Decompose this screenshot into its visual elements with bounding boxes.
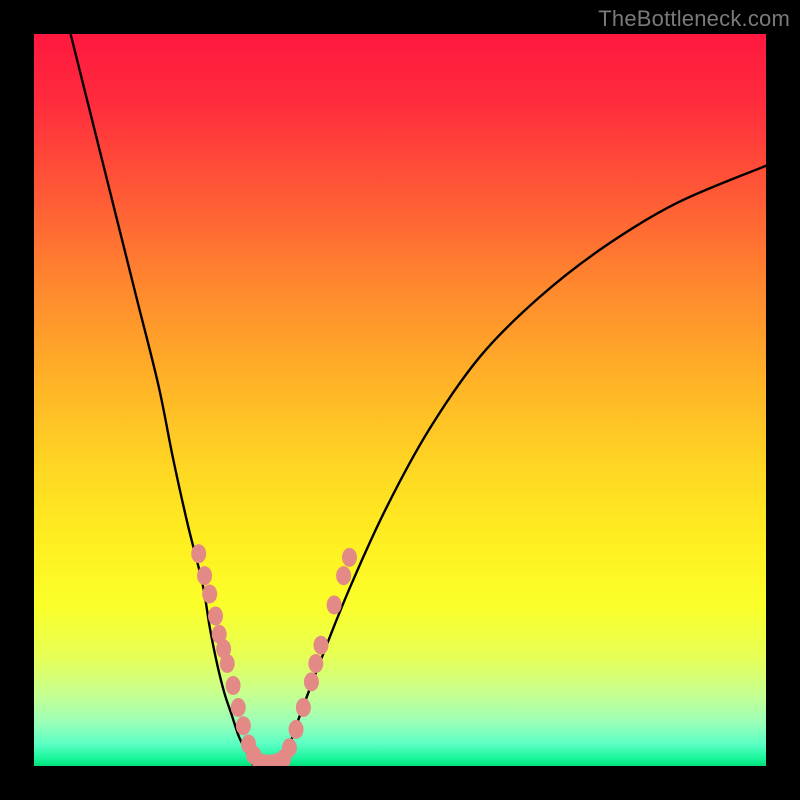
bead-marker <box>313 636 328 655</box>
bead-marker <box>289 720 304 739</box>
bead-marker <box>304 672 319 691</box>
bead-marker <box>220 654 235 673</box>
bead-marker <box>208 606 223 625</box>
watermark-text: TheBottleneck.com <box>598 6 790 32</box>
bead-marker <box>197 566 212 585</box>
bead-marker <box>296 698 311 717</box>
bead-marker <box>308 654 323 673</box>
bead-marker <box>202 584 217 603</box>
bead-marker <box>327 595 342 614</box>
plot-area <box>34 34 766 766</box>
bead-marker <box>226 676 241 695</box>
chart-svg <box>34 34 766 766</box>
bead-marker <box>282 738 297 757</box>
bead-marker <box>336 566 351 585</box>
bead-marker <box>342 548 357 567</box>
bead-marker <box>236 716 251 735</box>
bead-marker <box>191 544 206 563</box>
outer-frame: TheBottleneck.com <box>0 0 800 800</box>
bead-marker <box>231 698 246 717</box>
curve-right-arm <box>283 166 766 766</box>
